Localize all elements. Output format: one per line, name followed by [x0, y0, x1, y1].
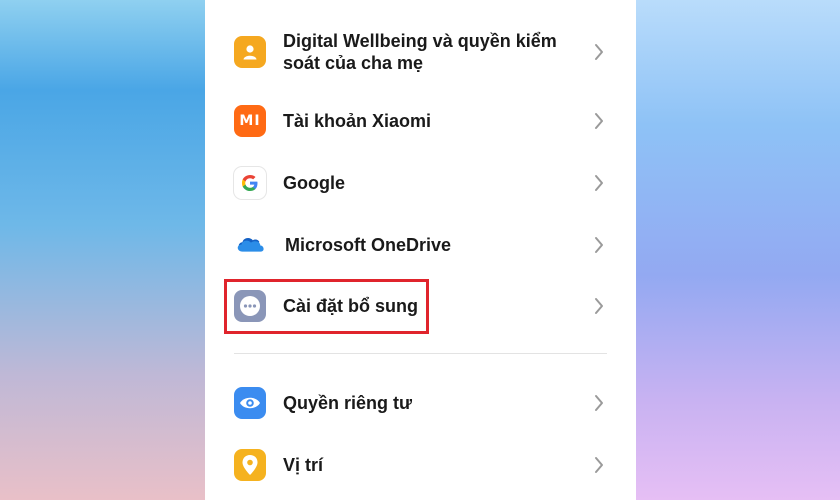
background-left — [0, 0, 205, 500]
xiaomi-logo-text: MI — [239, 113, 261, 129]
settings-item-label: Vị trí — [283, 455, 324, 475]
background-right — [636, 0, 840, 500]
settings-item-label: Tài khoản Xiaomi — [283, 111, 432, 131]
onedrive-cloud-icon — [234, 229, 266, 261]
settings-item-label: Digital Wellbeing và quyền kiểm soát của… — [283, 31, 557, 73]
settings-item-location[interactable]: Vị trí — [205, 444, 636, 486]
chevron-right-icon — [595, 237, 603, 253]
settings-item-label: Microsoft OneDrive — [285, 235, 452, 255]
settings-item-label: Quyền riêng tư — [283, 393, 413, 413]
settings-item-digital-wellbeing[interactable]: Digital Wellbeing và quyền kiểm soát của… — [205, 27, 636, 77]
chevron-right-icon — [595, 113, 603, 129]
settings-item-xiaomi-account[interactable]: MI Tài khoản Xiaomi — [205, 100, 636, 142]
xiaomi-mi-icon: MI — [234, 105, 266, 137]
chevron-right-icon — [595, 44, 603, 60]
settings-item-privacy[interactable]: Quyền riêng tư — [205, 382, 636, 424]
chevron-right-icon — [595, 457, 603, 473]
section-divider — [234, 353, 607, 354]
person-icon — [234, 36, 266, 68]
eye-icon — [234, 387, 266, 419]
highlight-box — [224, 279, 429, 334]
chevron-right-icon — [595, 395, 603, 411]
settings-list: Digital Wellbeing và quyền kiểm soát của… — [205, 0, 636, 500]
google-g-icon — [234, 167, 266, 199]
settings-item-google[interactable]: Google — [205, 162, 636, 204]
chevron-right-icon — [595, 298, 603, 314]
chevron-right-icon — [595, 175, 603, 191]
settings-item-onedrive[interactable]: Microsoft OneDrive — [205, 224, 636, 266]
settings-item-label: Google — [283, 173, 345, 193]
location-pin-icon — [234, 449, 266, 481]
